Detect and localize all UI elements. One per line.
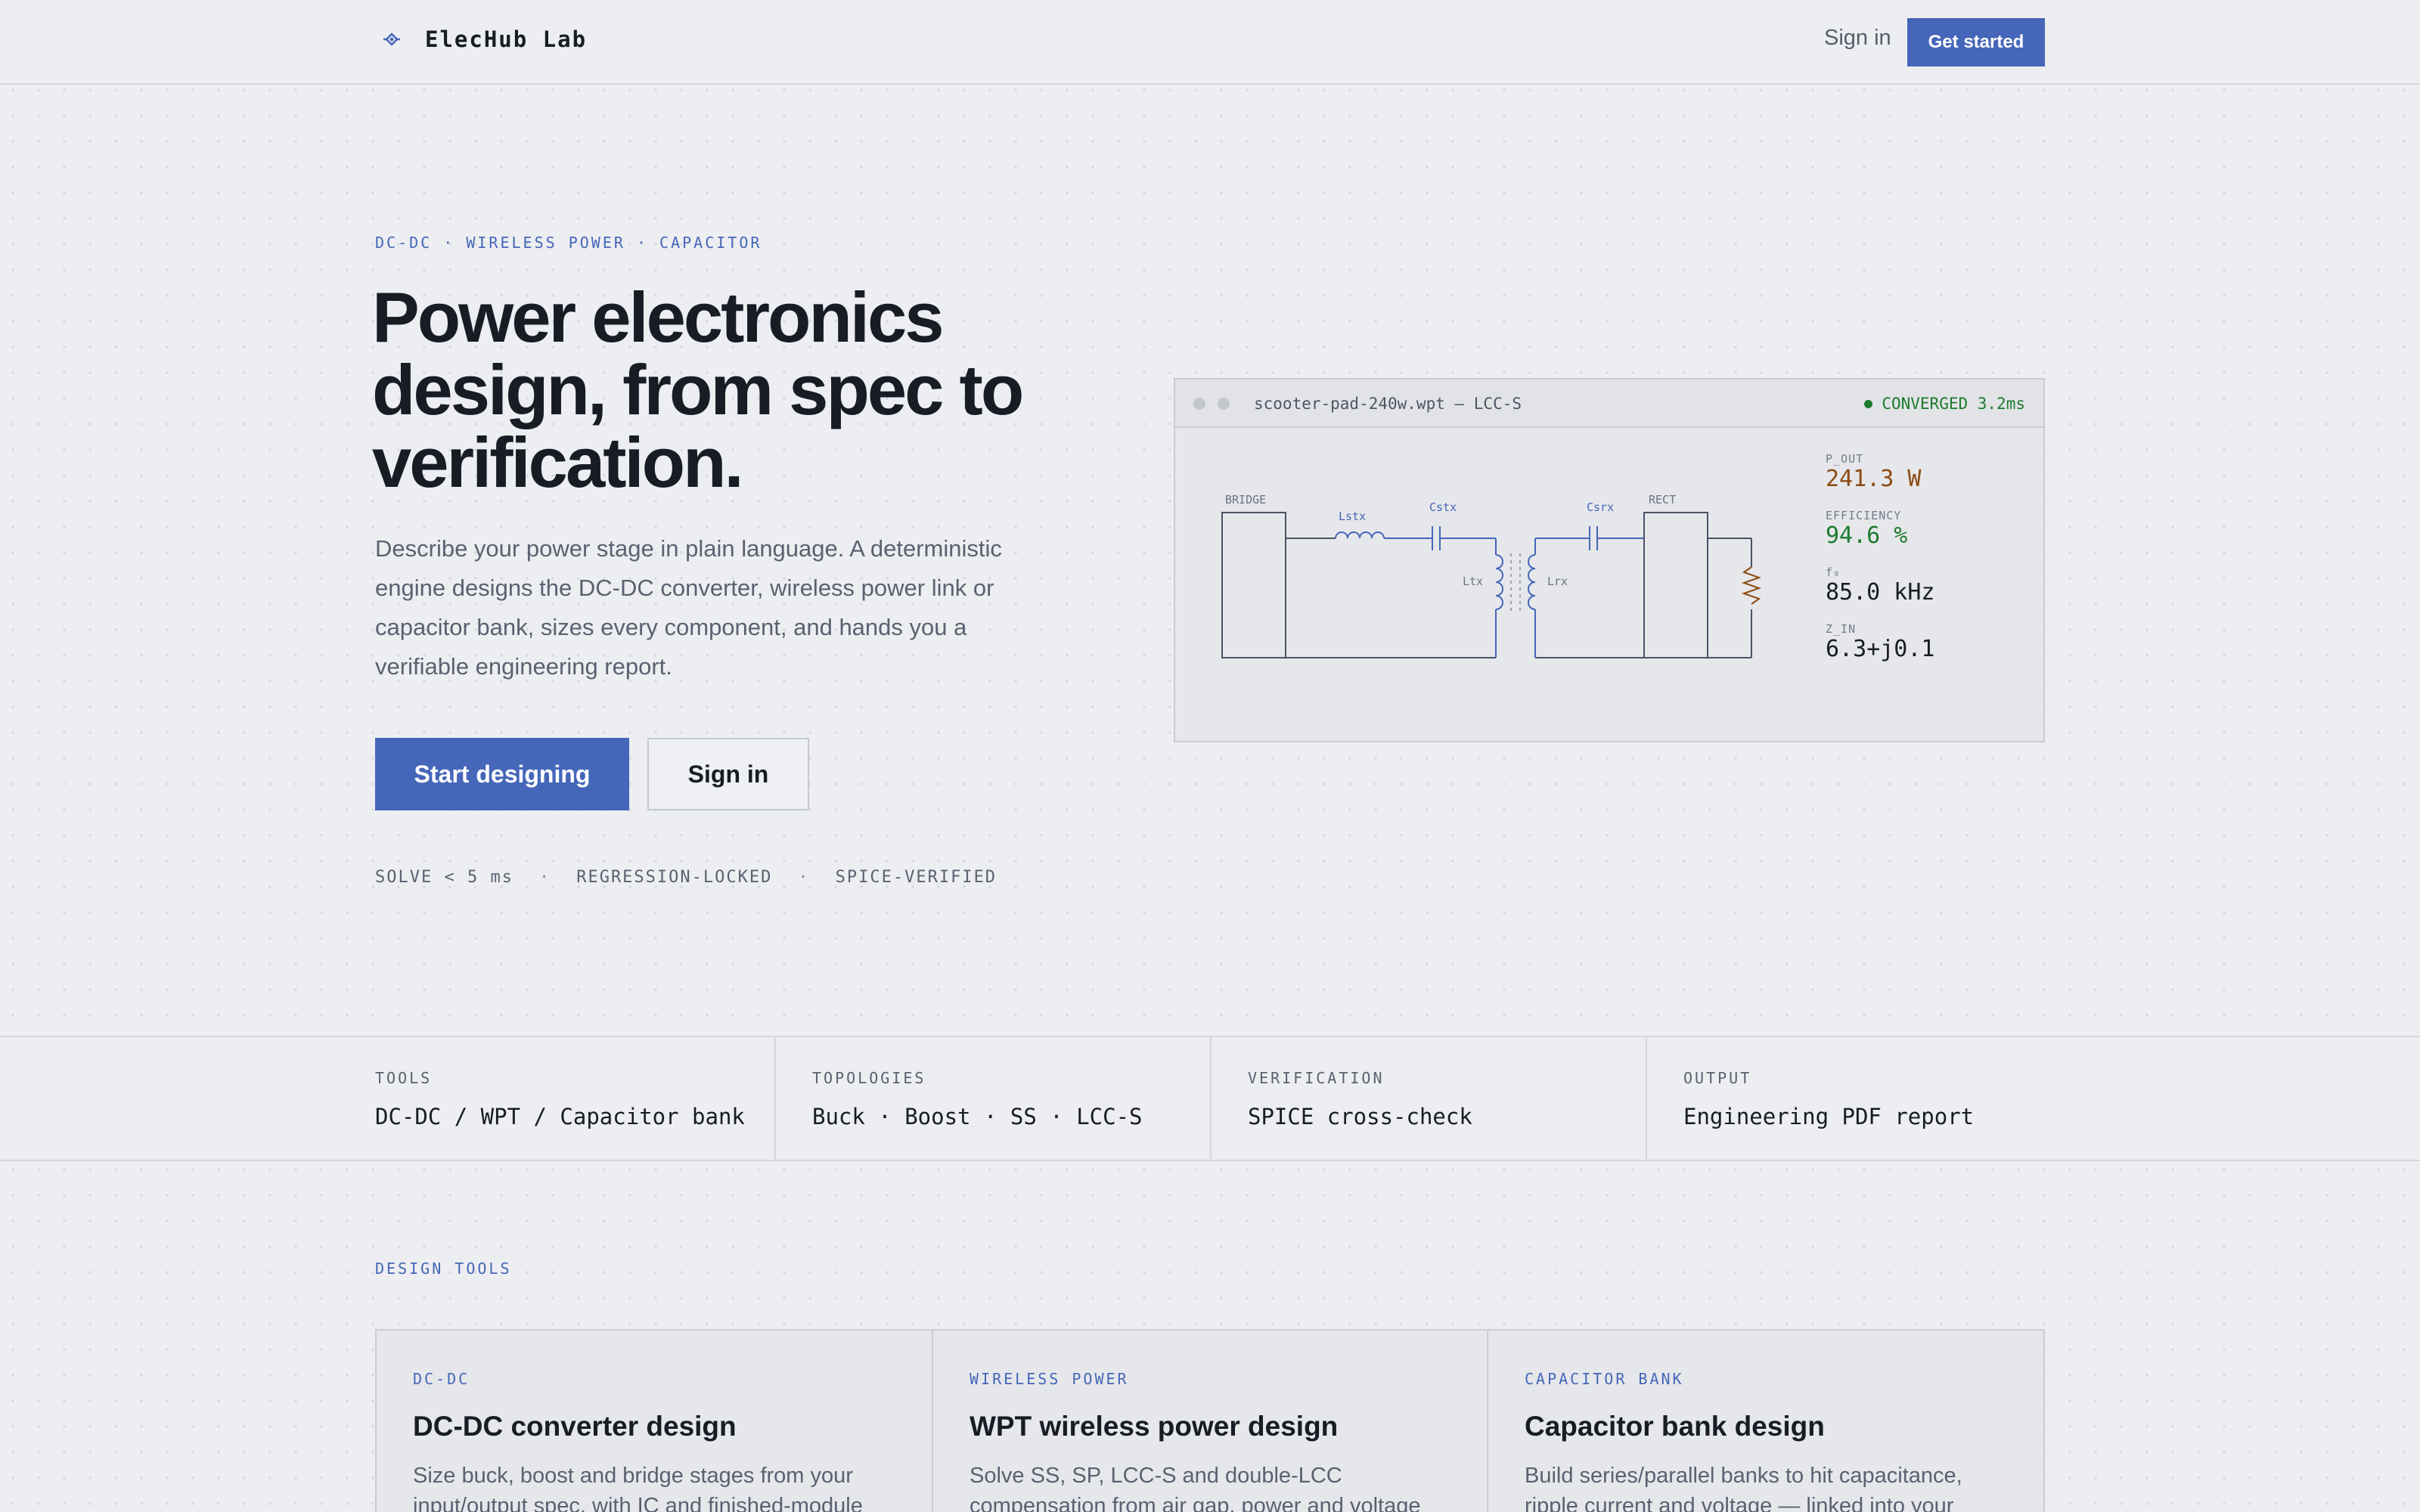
lrx-label: Lrx bbox=[1547, 575, 1568, 588]
stat-output: OUTPUT Engineering PDF report bbox=[1647, 1037, 2403, 1160]
load-resistor bbox=[1741, 566, 1762, 605]
card-description: Solve SS, SP, LCC-S and double-LCC compe… bbox=[970, 1464, 1421, 1512]
hero-description: Describe your power stage in plain langu… bbox=[375, 535, 1002, 680]
rect-label: RECT bbox=[1649, 493, 1676, 507]
design-preview-window: scooter-pad-240w.wpt — LCC-S CONVERGED 3… bbox=[1174, 378, 2045, 742]
csrx-label: Csrx bbox=[1587, 500, 1614, 514]
preview-file-name: scooter-pad-240w.wpt — LCC-S bbox=[1254, 395, 1522, 413]
lstx-label: Lstx bbox=[1339, 510, 1366, 523]
status-dot-icon bbox=[1864, 399, 1873, 408]
brand-name: ElecHub Lab bbox=[425, 26, 588, 52]
stat-verification: VERIFICATION SPICE cross-check bbox=[1212, 1037, 1646, 1160]
cstx-label: Cstx bbox=[1429, 500, 1457, 514]
card-tag: CAPACITOR BANK bbox=[1525, 1370, 1684, 1388]
trust-separator: · bbox=[798, 868, 810, 887]
stat-value: DC-DC / WPT / Capacitor bank bbox=[375, 1104, 745, 1129]
design-tools-heading: DESIGN TOOLS bbox=[375, 1259, 512, 1278]
metric-label-z-in: Z_IN bbox=[1826, 622, 1857, 636]
hero-eyebrow: DC-DC · WIRELESS POWER · CAPACITOR bbox=[375, 234, 762, 252]
top-nav: ElecHub Lab Sign in Get started bbox=[0, 0, 2420, 85]
stats-strip: TOOLS DC-DC / WPT / Capacitor bank TOPOL… bbox=[0, 1036, 2420, 1161]
metric-label-p-out: P_OUT bbox=[1826, 452, 1864, 466]
ltx-label: Ltx bbox=[1463, 575, 1483, 588]
preview-titlebar: scooter-pad-240w.wpt — LCC-S CONVERGED 3… bbox=[1175, 380, 2043, 428]
window-dot-icon bbox=[1193, 398, 1205, 410]
card-capacitor-bank[interactable]: CAPACITOR BANK Capacitor bank design Bui… bbox=[1487, 1331, 2045, 1512]
bridge-block bbox=[1221, 512, 1286, 658]
nav-sign-in-link[interactable]: Sign in bbox=[1824, 26, 1891, 51]
trust-item-regression: REGRESSION-LOCKED bbox=[576, 868, 773, 887]
window-dot-icon bbox=[1218, 398, 1230, 410]
stat-value: SPICE cross-check bbox=[1248, 1104, 1472, 1129]
card-description: Size buck, boost and bridge stages from … bbox=[413, 1464, 863, 1512]
get-started-button[interactable]: Get started bbox=[1907, 18, 2045, 67]
card-title: Capacitor bank design bbox=[1525, 1411, 1825, 1442]
bridge-label: BRIDGE bbox=[1225, 493, 1266, 507]
brand[interactable]: ElecHub Lab bbox=[375, 23, 587, 56]
lrx-coil bbox=[1528, 554, 1536, 610]
metric-value-frequency: 85.0 kHz bbox=[1826, 579, 1935, 606]
metric-value-efficiency: 94.6 % bbox=[1826, 522, 1908, 549]
card-dc-dc[interactable]: DC-DC DC-DC converter design Size buck, … bbox=[377, 1331, 932, 1512]
trust-item-spice: SPICE-VERIFIED bbox=[835, 868, 997, 887]
trust-badges: SOLVE < 5 ms · REGRESSION-LOCKED · SPICE… bbox=[375, 868, 997, 887]
trust-separator: · bbox=[538, 868, 551, 887]
trust-item-solve: SOLVE < 5 ms bbox=[375, 868, 513, 887]
card-tag: WIRELESS POWER bbox=[970, 1370, 1129, 1388]
card-description: Build series/parallel banks to hit capac… bbox=[1525, 1464, 1962, 1512]
design-metrics: P_OUT 241.3 W EFFICIENCY 94.6 % f₀ 85.0 … bbox=[1826, 452, 2030, 679]
design-tool-cards: DC-DC DC-DC converter design Size buck, … bbox=[375, 1329, 2045, 1512]
circuit-node-icon bbox=[375, 23, 408, 56]
metric-value-z-in: 6.3+j0.1 bbox=[1826, 636, 1935, 662]
stat-label: TOOLS bbox=[375, 1069, 433, 1087]
rectifier-block bbox=[1643, 512, 1708, 658]
hero-title: Power electronics design, from spec to v… bbox=[372, 277, 1024, 502]
start-designing-button[interactable]: Start designing bbox=[375, 738, 629, 810]
stat-topologies: TOPOLOGIES Buck · Boost · SS · LCC-S bbox=[776, 1037, 1210, 1160]
convergence-status-text: CONVERGED 3.2ms bbox=[1882, 395, 2025, 413]
stat-tools: TOOLS DC-DC / WPT / Capacitor bank bbox=[0, 1037, 774, 1160]
convergence-status: CONVERGED 3.2ms bbox=[1864, 395, 2025, 413]
stat-label: VERIFICATION bbox=[1248, 1069, 1385, 1087]
lstx-inductor bbox=[1335, 531, 1385, 539]
metric-label-efficiency: EFFICIENCY bbox=[1826, 509, 1902, 522]
card-wpt[interactable]: WIRELESS POWER WPT wireless power design… bbox=[932, 1331, 1487, 1512]
metric-value-p-out: 241.3 W bbox=[1826, 466, 1922, 492]
stat-value: Buck · Boost · SS · LCC-S bbox=[812, 1104, 1143, 1129]
wpt-schematic: BRIDGE Lstx Cstx Ltx Lrx Csrx RECT bbox=[1221, 493, 1762, 658]
stat-label: OUTPUT bbox=[1683, 1069, 1752, 1087]
stat-label: TOPOLOGIES bbox=[812, 1069, 926, 1087]
stat-value: Engineering PDF report bbox=[1683, 1104, 1975, 1129]
card-title: DC-DC converter design bbox=[413, 1411, 737, 1442]
ltx-coil bbox=[1495, 554, 1503, 610]
hero-sign-in-button[interactable]: Sign in bbox=[647, 738, 809, 810]
card-tag: DC-DC bbox=[413, 1370, 470, 1388]
card-title: WPT wireless power design bbox=[970, 1411, 1339, 1442]
metric-label-frequency: f₀ bbox=[1826, 565, 1841, 579]
